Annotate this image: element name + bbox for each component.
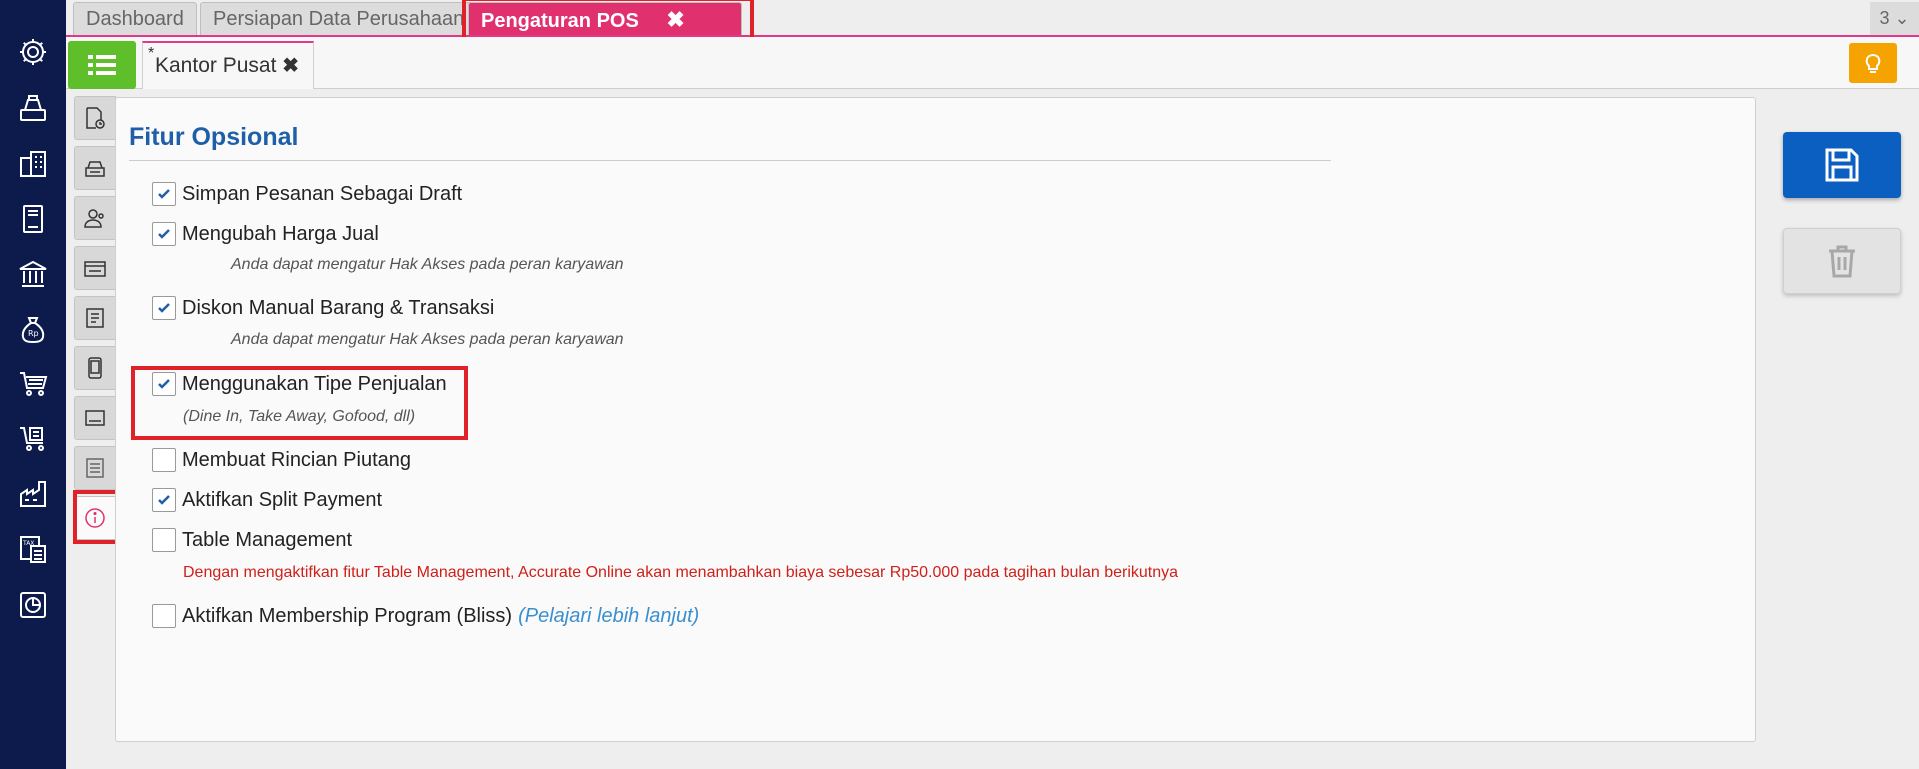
tips-button[interactable] [1849,43,1897,83]
checkbox-split-payment[interactable] [152,488,176,512]
settings-panel: Fitur Opsional Simpan Pesanan Sebagai Dr… [115,97,1756,742]
option-split-payment: Aktifkan Split Payment [152,488,382,512]
svg-text:Rp: Rp [28,329,39,338]
highlight-tab [462,0,754,42]
list-menu-button[interactable] [68,41,136,89]
side-tab-price[interactable] [74,396,116,440]
checkbox-diskon-manual[interactable] [152,296,176,320]
option-simpan-pesanan: Simpan Pesanan Sebagai Draft [152,182,462,206]
side-tab-receipt[interactable] [74,296,116,340]
close-icon[interactable]: ✖ [282,43,299,89]
save-button[interactable] [1783,132,1901,198]
option-diskon-manual: Diskon Manual Barang & Transaksi [152,296,494,320]
delete-button[interactable] [1783,228,1901,294]
checkmark-icon [158,229,170,239]
side-tab-list[interactable] [74,446,116,490]
checkmark-icon [158,495,170,505]
learn-more-link[interactable]: (Pelajari lebih lanjut) [518,605,699,628]
option-membership: Aktifkan Membership Program (Bliss) (Pel… [152,604,699,628]
money-bag-icon[interactable]: Rp [13,309,53,349]
save-icon [1825,148,1859,182]
checkmark-icon [158,189,170,199]
tax-icon[interactable]: TAX [13,530,53,570]
tab-count-dropdown[interactable]: 3 ⌄ [1870,2,1919,35]
highlight-info-tab [73,490,119,544]
list-icon [88,55,116,75]
sub-tab-bar: * Kantor Pusat ✖ [66,37,1919,89]
side-tab-card[interactable] [74,246,116,290]
option-hint: Anda dapat mengatur Hak Akses pada peran… [231,256,624,273]
bank-icon[interactable] [13,254,53,294]
unsaved-marker: * [148,45,155,62]
side-tab-document[interactable] [74,96,116,140]
svg-text:TAX: TAX [22,540,34,547]
document-clock-icon [86,107,105,129]
trash-icon [1829,245,1855,278]
highlight-tipe-penjualan [131,366,468,440]
users-icon [84,209,104,228]
option-rincian-piutang: Membuat Rincian Piutang [152,448,411,472]
option-hint: Anda dapat mengatur Hak Akses pada peran… [231,331,624,348]
cart-icon[interactable] [13,364,53,404]
checkbox-rincian-piutang[interactable] [152,448,176,472]
checkbox-table-management[interactable] [152,528,176,552]
card-icon [84,261,106,277]
option-mengubah-harga: Mengubah Harga Jual [152,222,379,246]
list-icon [86,458,104,478]
checkbox-simpan-pesanan[interactable] [152,182,176,206]
delivery-cart-icon[interactable] [13,419,53,459]
left-nav: Rp TAX [0,0,66,769]
checkbox-mengubah-harga[interactable] [152,222,176,246]
option-label: Membuat Rincian Piutang [182,448,412,471]
building-icon[interactable] [13,144,53,184]
option-label: Aktifkan Split Payment [182,488,383,511]
option-label: Aktifkan Membership Program (Bliss) [182,604,513,627]
receipt-icon [86,308,104,328]
side-tab-printer[interactable] [74,146,116,190]
top-tab-bar: Dashboard Persiapan Data Perusahaan Peng… [66,0,1919,42]
option-label: Diskon Manual Barang & Transaksi [182,296,495,319]
option-table-management: Table Management [152,528,352,552]
option-label: Simpan Pesanan Sebagai Draft [182,182,463,205]
cashier-icon[interactable] [13,88,53,128]
side-tab-tablet[interactable] [74,346,116,390]
checkmark-icon [158,303,170,313]
section-divider [129,160,1331,161]
tablet-icon [88,357,102,379]
tab-dashboard[interactable]: Dashboard [73,2,197,35]
tab-kantor-pusat[interactable]: * Kantor Pusat ✖ [142,41,314,89]
tab-label: Dashboard [86,8,184,30]
section-title: Fitur Opsional [129,123,299,151]
factory-icon[interactable] [13,474,53,514]
checkbox-membership[interactable] [152,604,176,628]
tab-label: Persiapan Data Perusahaan [213,8,465,30]
option-label: Mengubah Harga Jual [182,222,379,245]
book-icon[interactable] [13,199,53,239]
price-tag-icon [85,410,105,426]
sub-tab-label: Kantor Pusat [155,54,277,77]
lightbulb-icon [1865,53,1881,73]
table-management-warning: Dengan mengaktifkan fitur Table Manageme… [183,564,1179,581]
option-label: Table Management [182,528,353,551]
tab-persiapan-data-perusahaan[interactable]: Persiapan Data Perusahaan [200,2,478,35]
gear-icon[interactable] [13,32,53,72]
report-icon[interactable] [13,585,53,625]
printer-icon [85,161,105,177]
side-tab-users[interactable] [74,196,116,240]
